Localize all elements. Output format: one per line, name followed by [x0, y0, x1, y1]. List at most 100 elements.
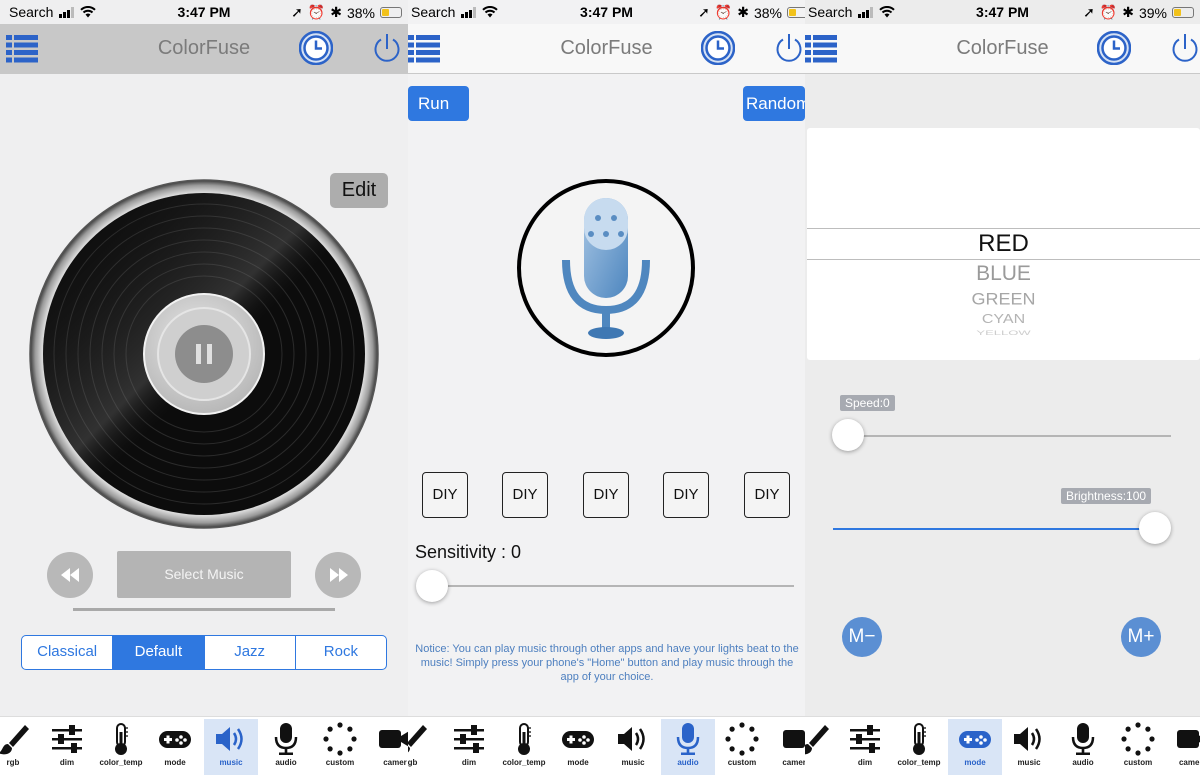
- tab-rgb[interactable]: rgb: [408, 719, 438, 775]
- picker-item[interactable]: YELLOW: [807, 329, 1200, 337]
- alarm-icon: ⏰: [1099, 4, 1118, 20]
- pause-icon[interactable]: [175, 325, 233, 383]
- tab-music[interactable]: music: [204, 719, 258, 775]
- audio-screen: Search 3:47 PM ➚ ⏰ ✱ 38% ColorFuse Run Rand…: [408, 0, 805, 776]
- vinyl-record: [29, 179, 379, 529]
- battery-icon: [380, 7, 402, 18]
- nav-bar: ColorFuse: [408, 24, 805, 74]
- picker-item[interactable]: CYAN: [807, 313, 1200, 327]
- status-bar: Search 3:47 PM ➚ ⏰ ✱ 39%: [805, 0, 1200, 24]
- picker-item[interactable]: BLUE: [807, 262, 1200, 286]
- tab-rgb[interactable]: rgb: [0, 719, 40, 775]
- diy-button-3[interactable]: DIY: [583, 472, 629, 518]
- video-camera-icon: [1177, 730, 1200, 748]
- next-button[interactable]: [314, 551, 362, 599]
- diy-button-1[interactable]: DIY: [422, 472, 468, 518]
- microphone-icon: [1071, 723, 1095, 755]
- tab-audio[interactable]: audio: [259, 719, 313, 775]
- tab-color-temp[interactable]: color_temp: [892, 719, 946, 775]
- picker-item[interactable]: GREEN: [807, 290, 1200, 309]
- battery-icon: [1172, 7, 1194, 18]
- power-icon[interactable]: [372, 32, 402, 64]
- status-bar: Search 3:47 PM ➚ ⏰ ✱ 38%: [408, 0, 805, 24]
- tab-music[interactable]: music: [1002, 719, 1056, 775]
- tab-mode[interactable]: mode: [948, 719, 1002, 775]
- music-screen: Search 3:47 PM ➚⏰✱38% ColorFuse Edit: [0, 0, 408, 776]
- m-plus-button[interactable]: M+: [1121, 617, 1161, 657]
- brush-icon: [805, 725, 829, 755]
- segment-jazz[interactable]: Jazz: [205, 636, 296, 669]
- run-button[interactable]: Run: [408, 86, 469, 121]
- speed-label: Speed:0: [840, 395, 895, 411]
- microphone-icon: [274, 723, 298, 755]
- clock-icon[interactable]: [1097, 31, 1131, 65]
- power-icon[interactable]: [774, 32, 804, 64]
- brush-icon: [0, 725, 29, 755]
- nav-bar: ColorFuse: [805, 24, 1200, 74]
- microphone-button[interactable]: [516, 178, 696, 358]
- tab-camergb[interactable]: camergb: [772, 719, 805, 775]
- nav-bar: ColorFuse: [0, 24, 408, 74]
- tab-bar: rgb dim color_temp mode music audio cust…: [408, 716, 805, 776]
- speed-slider-thumb[interactable]: [832, 419, 864, 451]
- tab-mode[interactable]: mode: [148, 719, 202, 775]
- diy-button-2[interactable]: DIY: [502, 472, 548, 518]
- color-picker[interactable]: RED BLUE GREEN CYAN YELLOW: [807, 128, 1200, 360]
- segment-classical[interactable]: Classical: [22, 636, 114, 669]
- picker-item-selected[interactable]: RED: [807, 230, 1200, 258]
- previous-button[interactable]: [46, 551, 94, 599]
- alarm-icon: ⏰: [307, 4, 326, 20]
- progress-track[interactable]: [73, 608, 335, 611]
- diy-button-5[interactable]: DIY: [744, 472, 790, 518]
- power-icon[interactable]: [1170, 32, 1200, 64]
- tab-custom[interactable]: custom: [313, 719, 367, 775]
- location-icon: ➚: [1083, 4, 1095, 20]
- genre-segmented-control: Classical Default Jazz Rock: [21, 635, 387, 670]
- segment-rock[interactable]: Rock: [296, 636, 386, 669]
- location-icon: ➚: [698, 4, 710, 20]
- sliders-icon: [454, 725, 484, 753]
- app-title: ColorFuse: [157, 37, 251, 59]
- select-music-button[interactable]: Select Music: [117, 551, 291, 598]
- brightness-slider-thumb[interactable]: [1139, 512, 1171, 544]
- m-minus-button[interactable]: M−: [842, 617, 882, 657]
- segment-default[interactable]: Default: [113, 636, 205, 669]
- tab-camera[interactable]: camer: [368, 719, 408, 775]
- brightness-slider-track[interactable]: [833, 528, 1157, 530]
- tab-camera[interactable]: camera: [1166, 719, 1200, 775]
- tab-audio[interactable]: audio: [1056, 719, 1110, 775]
- tab-color-temp[interactable]: color_temp: [94, 719, 148, 775]
- battery-percent: 39%: [1138, 4, 1167, 21]
- gamepad-icon: [959, 731, 991, 748]
- sensitivity-slider-track[interactable]: [424, 585, 794, 587]
- tab-custom[interactable]: custom: [715, 719, 769, 775]
- random-button[interactable]: Random: [743, 86, 805, 121]
- clock-icon[interactable]: [701, 31, 735, 65]
- dots-ring-icon: [1121, 722, 1155, 756]
- speaker-icon: [618, 727, 645, 751]
- status-bar: Search 3:47 PM ➚ ⏰ ✱ 38%: [0, 0, 408, 24]
- tab-mode[interactable]: mode: [551, 719, 605, 775]
- app-title: ColorFuse: [956, 37, 1049, 59]
- diy-button-4[interactable]: DIY: [663, 472, 709, 518]
- tab-custom[interactable]: custom: [1111, 719, 1165, 775]
- tab-bar: dim color_temp mode music audio custom c…: [805, 716, 1200, 776]
- sensitivity-slider-thumb[interactable]: [416, 570, 448, 602]
- sliders-icon: [52, 725, 82, 753]
- gamepad-icon: [159, 731, 191, 748]
- tab-audio[interactable]: audio: [661, 719, 715, 775]
- thermometer-icon: [115, 723, 128, 755]
- app-title: ColorFuse: [560, 37, 653, 59]
- bluetooth-icon: ✱: [330, 4, 342, 20]
- tab-rgb-partial[interactable]: [805, 719, 840, 775]
- thermometer-icon: [518, 723, 531, 755]
- clock-icon[interactable]: [299, 31, 333, 65]
- tab-dim[interactable]: dim: [40, 719, 94, 775]
- tab-color-temp[interactable]: color_temp: [497, 719, 551, 775]
- tab-dim[interactable]: dim: [838, 719, 892, 775]
- tab-dim[interactable]: dim: [442, 719, 496, 775]
- speed-slider-track[interactable]: [833, 435, 1171, 437]
- tab-music[interactable]: music: [606, 719, 660, 775]
- alarm-icon: ⏰: [714, 4, 733, 20]
- picker-divider-bottom: [807, 259, 1200, 260]
